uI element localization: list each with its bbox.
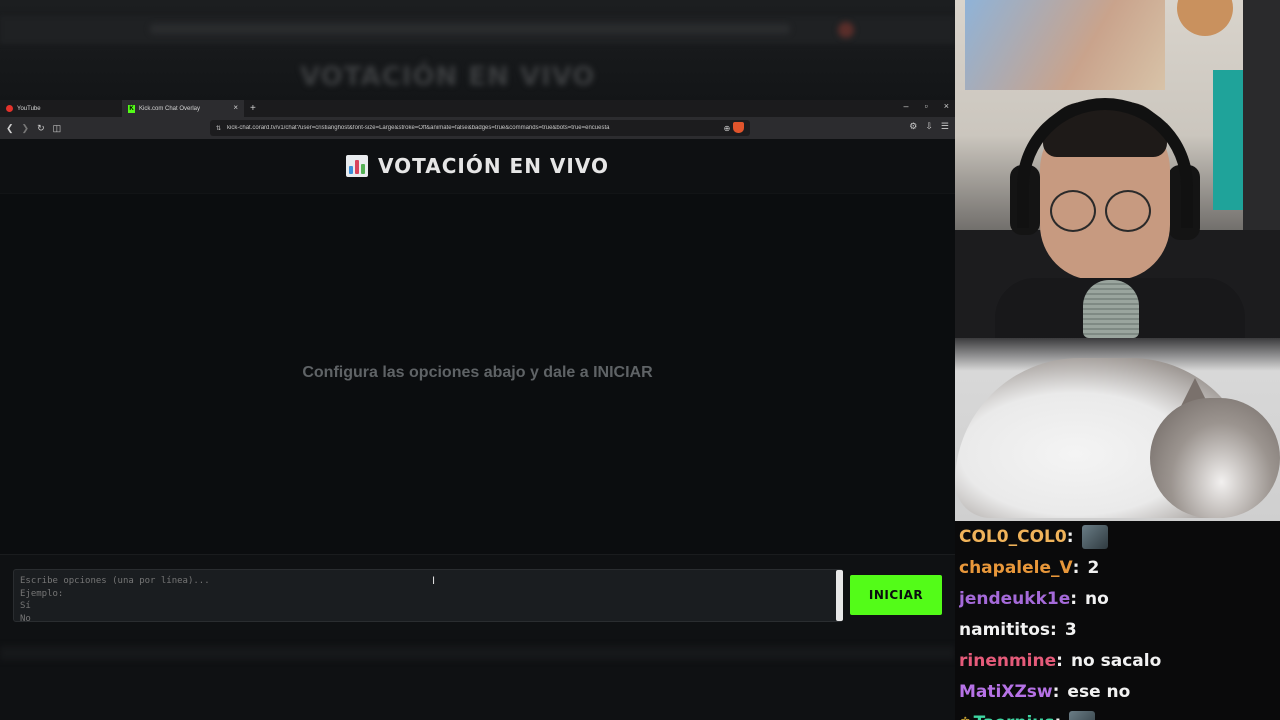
options-input[interactable] <box>13 569 843 622</box>
chat-username: namititos <box>959 619 1050 640</box>
chat-username: jendeukk1e <box>959 588 1071 609</box>
wall-poster <box>965 0 1165 90</box>
downloads-icon[interactable]: ⇩ <box>925 121 933 132</box>
cat-head <box>1150 398 1280 518</box>
chat-message: ♔Taernius: <box>959 707 1280 720</box>
chat-username: Taernius <box>974 713 1055 720</box>
chat-username: chapalele_V <box>959 557 1073 578</box>
minimize-button[interactable]: – <box>904 101 909 111</box>
chat-separator: : <box>1052 681 1060 702</box>
chat-separator: : <box>1056 650 1063 671</box>
emote-icon <box>1081 524 1108 549</box>
blurred-url <box>150 24 790 34</box>
chat-separator: : <box>1066 526 1074 547</box>
tab-label: Kick.com Chat Overlay <box>139 105 201 112</box>
poll-page: VOTACIÓN EN VIVO Configura las opciones … <box>0 139 955 640</box>
microphone <box>1083 280 1139 338</box>
crown-icon: ♔ <box>959 715 972 720</box>
chat-message: chapalele_V:2 <box>959 552 1280 583</box>
maximize-button[interactable]: ▫ <box>925 101 928 111</box>
browser-window: YouTube K Kick.com Chat Overlay × + – ▫ … <box>0 100 955 640</box>
youtube-icon <box>6 105 13 112</box>
back-icon[interactable]: ❮ <box>6 123 14 134</box>
address-bar[interactable]: ⇅ kick-chat.corard.tv/v1/chat?user=crist… <box>210 120 750 136</box>
chat-separator: : <box>1050 619 1057 640</box>
blurred-extension-icon <box>838 22 854 38</box>
zoom-icon[interactable]: ⊕ <box>724 124 731 133</box>
tab-youtube[interactable]: YouTube <box>0 100 122 117</box>
tab-close-icon[interactable]: × <box>233 103 238 112</box>
navigation-bar: ❮ ❯ ↻ ◫ ⇅ kick-chat.corard.tv/v1/chat?us… <box>0 117 955 139</box>
url-text: kick-chat.corard.tv/v1/chat?user=cristia… <box>227 125 610 131</box>
chat-username: COL0_COL0 <box>959 526 1067 547</box>
chat-overlay: COL0_COL0: chapalele_V:2 jendeukk1e: no nami… <box>955 521 1280 720</box>
webcam-feed <box>955 0 1280 338</box>
chat-message: namititos:3 <box>959 614 1280 645</box>
chat-username: MatiXZsw <box>959 681 1053 702</box>
glasses-right <box>1105 190 1151 232</box>
tab-bar: YouTube K Kick.com Chat Overlay × + – ▫ … <box>0 100 955 117</box>
chat-message: COL0_COL0: <box>959 521 1280 552</box>
chat-text: no sacalo <box>1070 650 1162 671</box>
chat-message: jendeukk1e: no <box>959 583 1280 614</box>
new-tab-button[interactable]: + <box>244 103 262 114</box>
page-header: VOTACIÓN EN VIVO <box>0 139 955 194</box>
cat-camera-feed <box>955 338 1280 521</box>
close-window-button[interactable]: × <box>944 101 949 111</box>
sidebar-icon[interactable]: ◫ <box>53 123 62 134</box>
chat-separator: : <box>1072 557 1080 578</box>
tab-label: YouTube <box>17 105 41 112</box>
chat-username: rinenmine <box>959 650 1057 671</box>
chat-text: 2 <box>1087 557 1100 578</box>
extensions-icon[interactable]: ⚙ <box>909 121 917 132</box>
wall-hat <box>1177 0 1233 36</box>
forward-icon[interactable]: ❯ <box>22 123 30 134</box>
chat-text: ese no <box>1067 681 1131 702</box>
chat-message: MatiXZsw: ese no <box>959 676 1280 707</box>
chat-message: rinenmine: no sacalo <box>959 645 1280 676</box>
brave-shield-icon[interactable] <box>733 122 744 133</box>
emote-icon <box>1069 710 1096 720</box>
empty-state-message: Configura las opciones abajo y dale a IN… <box>302 364 653 381</box>
blurred-footer <box>0 646 955 660</box>
tab-kick-chat-overlay[interactable]: K Kick.com Chat Overlay × <box>122 100 244 117</box>
window-controls: – ▫ × <box>904 101 949 111</box>
poll-controls: I INICIAR <box>0 554 955 640</box>
start-button[interactable]: INICIAR <box>850 575 942 615</box>
wall-decoration <box>1213 70 1243 210</box>
reload-icon[interactable]: ↻ <box>37 123 45 134</box>
chat-text: no <box>1085 588 1109 609</box>
chat-text: 3 <box>1064 619 1077 640</box>
glasses-left <box>1050 190 1096 232</box>
textarea-resize-handle[interactable] <box>836 570 843 621</box>
screen: VOTACIÓN EN VIVO YouTube K Kick.com Chat… <box>0 0 1280 720</box>
site-settings-icon[interactable]: ⇅ <box>216 125 221 132</box>
bar-chart-icon <box>346 155 369 177</box>
blurred-background-bottom <box>0 640 955 720</box>
wall-shadow <box>1243 0 1280 260</box>
blurred-title: VOTACIÓN EN VIVO <box>300 62 596 92</box>
text-cursor-icon: I <box>432 575 436 587</box>
toolbar-right: ⚙ ⇩ ☰ <box>909 121 949 132</box>
blurred-background-top: VOTACIÓN EN VIVO <box>0 0 955 100</box>
chat-separator: : <box>1070 588 1078 609</box>
page-title: VOTACIÓN EN VIVO <box>378 154 609 178</box>
kick-icon: K <box>128 104 135 113</box>
menu-icon[interactable]: ☰ <box>941 121 949 132</box>
chat-separator: : <box>1055 713 1062 720</box>
